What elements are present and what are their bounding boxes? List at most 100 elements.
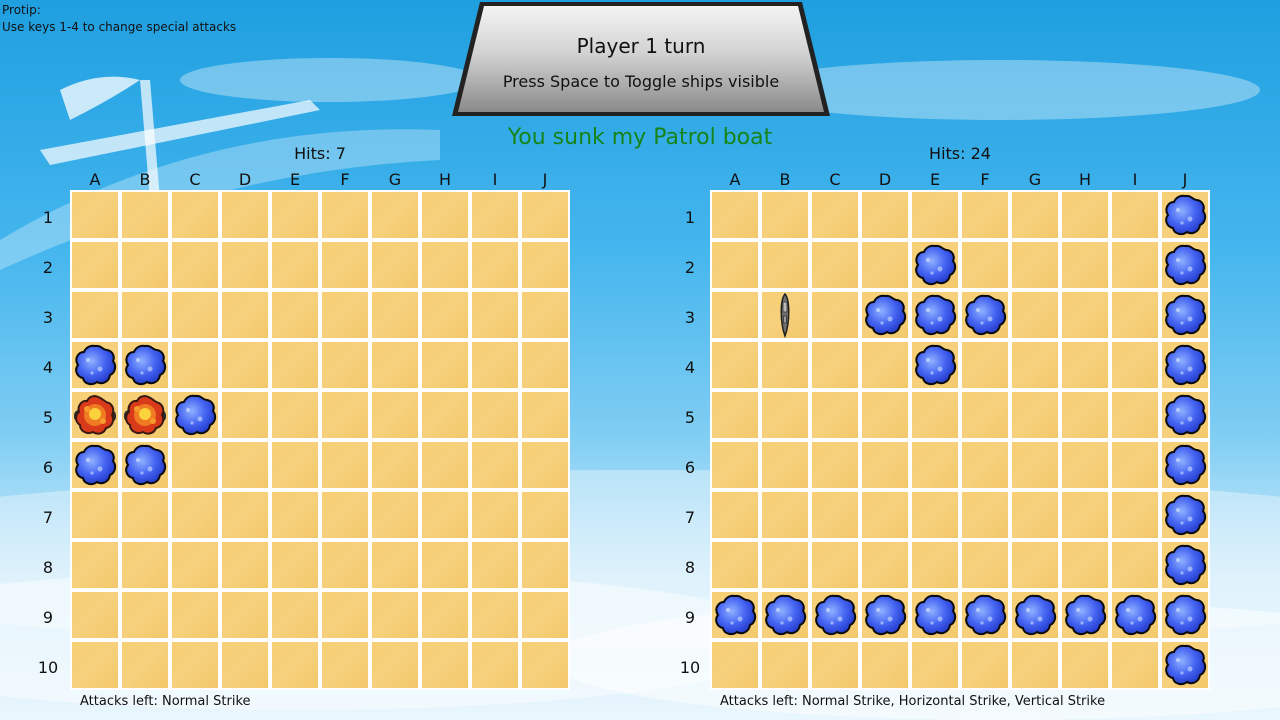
grid-cell-f2[interactable] <box>322 242 368 288</box>
grid-cell-h10[interactable] <box>1062 642 1108 688</box>
grid-cell-i6[interactable] <box>1112 442 1158 488</box>
grid-cell-j5[interactable] <box>522 392 568 438</box>
grid-cell-d4[interactable] <box>862 342 908 388</box>
grid-cell-h10[interactable] <box>422 642 468 688</box>
grid-cell-c10[interactable] <box>812 642 858 688</box>
grid-cell-h4[interactable] <box>422 342 468 388</box>
grid-cell-d2[interactable] <box>862 242 908 288</box>
grid-cell-b7[interactable] <box>122 492 168 538</box>
grid-cell-i3[interactable] <box>1112 292 1158 338</box>
grid-cell-b6[interactable] <box>762 442 808 488</box>
grid-cell-j7[interactable] <box>522 492 568 538</box>
grid-cell-j6[interactable] <box>522 442 568 488</box>
grid-cell-e1[interactable] <box>272 192 318 238</box>
grid-cell-e7[interactable] <box>272 492 318 538</box>
grid-cell-h7[interactable] <box>422 492 468 538</box>
grid-cell-h8[interactable] <box>1062 542 1108 588</box>
grid-cell-b5[interactable] <box>762 392 808 438</box>
grid-cell-i4[interactable] <box>1112 342 1158 388</box>
grid-cell-c4[interactable] <box>812 342 858 388</box>
grid-cell-c10[interactable] <box>172 642 218 688</box>
grid-cell-e5[interactable] <box>272 392 318 438</box>
grid-cell-e6[interactable] <box>272 442 318 488</box>
grid-cell-d5[interactable] <box>862 392 908 438</box>
grid-cell-c6[interactable] <box>172 442 218 488</box>
grid-cell-d8[interactable] <box>862 542 908 588</box>
grid-cell-e5[interactable] <box>912 392 958 438</box>
grid-cell-i8[interactable] <box>472 542 518 588</box>
grid-cell-c8[interactable] <box>172 542 218 588</box>
grid-cell-a10[interactable] <box>72 642 118 688</box>
grid-cell-i5[interactable] <box>1112 392 1158 438</box>
grid-cell-c8[interactable] <box>812 542 858 588</box>
grid-cell-j4[interactable] <box>522 342 568 388</box>
grid-cell-i4[interactable] <box>472 342 518 388</box>
grid-cell-a7[interactable] <box>72 492 118 538</box>
grid-cell-i10[interactable] <box>1112 642 1158 688</box>
grid-cell-b9[interactable] <box>122 592 168 638</box>
grid-cell-d1[interactable] <box>222 192 268 238</box>
grid-cell-h3[interactable] <box>422 292 468 338</box>
grid-cell-a4[interactable] <box>712 342 758 388</box>
grid-cell-h9[interactable] <box>422 592 468 638</box>
grid-cell-c3[interactable] <box>812 292 858 338</box>
grid-cell-d8[interactable] <box>222 542 268 588</box>
grid-cell-f6[interactable] <box>322 442 368 488</box>
grid-cell-a3[interactable] <box>712 292 758 338</box>
grid-cell-h7[interactable] <box>1062 492 1108 538</box>
grid-cell-f10[interactable] <box>322 642 368 688</box>
grid-cell-d7[interactable] <box>862 492 908 538</box>
grid-cell-a6[interactable] <box>712 442 758 488</box>
grid-cell-c9[interactable] <box>172 592 218 638</box>
grid-cell-d10[interactable] <box>222 642 268 688</box>
grid-cell-a2[interactable] <box>72 242 118 288</box>
grid-cell-i5[interactable] <box>472 392 518 438</box>
grid-cell-f3[interactable] <box>322 292 368 338</box>
grid-cell-f4[interactable] <box>962 342 1008 388</box>
grid-cell-d1[interactable] <box>862 192 908 238</box>
grid-cell-c4[interactable] <box>172 342 218 388</box>
grid-cell-d6[interactable] <box>862 442 908 488</box>
grid-cell-c5[interactable] <box>812 392 858 438</box>
grid-cell-f4[interactable] <box>322 342 368 388</box>
grid-cell-c1[interactable] <box>812 192 858 238</box>
grid-cell-f5[interactable] <box>962 392 1008 438</box>
grid-cell-j1[interactable] <box>522 192 568 238</box>
grid-cell-a8[interactable] <box>72 542 118 588</box>
grid-cell-h6[interactable] <box>422 442 468 488</box>
grid-cell-h8[interactable] <box>422 542 468 588</box>
grid-cell-d3[interactable] <box>222 292 268 338</box>
grid-cell-c2[interactable] <box>812 242 858 288</box>
grid-cell-a3[interactable] <box>72 292 118 338</box>
grid-cell-h5[interactable] <box>422 392 468 438</box>
grid-cell-h1[interactable] <box>422 192 468 238</box>
grid-cell-g9[interactable] <box>372 592 418 638</box>
grid-cell-a7[interactable] <box>712 492 758 538</box>
grid-cell-b10[interactable] <box>762 642 808 688</box>
grid-cell-b8[interactable] <box>122 542 168 588</box>
grid-cell-h6[interactable] <box>1062 442 1108 488</box>
grid-cell-h5[interactable] <box>1062 392 1108 438</box>
grid-cell-f8[interactable] <box>962 542 1008 588</box>
grid-cell-b3[interactable] <box>122 292 168 338</box>
grid-cell-g5[interactable] <box>1012 392 1058 438</box>
grid-cell-i8[interactable] <box>1112 542 1158 588</box>
grid-cell-b1[interactable] <box>122 192 168 238</box>
grid-cell-b2[interactable] <box>122 242 168 288</box>
grid-cell-g3[interactable] <box>1012 292 1058 338</box>
grid-cell-g1[interactable] <box>1012 192 1058 238</box>
grid-cell-h1[interactable] <box>1062 192 1108 238</box>
grid-cell-i2[interactable] <box>472 242 518 288</box>
grid-cell-c7[interactable] <box>172 492 218 538</box>
grid-cell-a2[interactable] <box>712 242 758 288</box>
grid-cell-d9[interactable] <box>222 592 268 638</box>
grid-cell-i1[interactable] <box>1112 192 1158 238</box>
grid-cell-a1[interactable] <box>72 192 118 238</box>
grid-cell-f8[interactable] <box>322 542 368 588</box>
grid-cell-e9[interactable] <box>272 592 318 638</box>
grid-cell-g8[interactable] <box>372 542 418 588</box>
grid-cell-j10[interactable] <box>522 642 568 688</box>
grid-cell-i9[interactable] <box>472 592 518 638</box>
grid-cell-h2[interactable] <box>422 242 468 288</box>
grid-cell-f5[interactable] <box>322 392 368 438</box>
